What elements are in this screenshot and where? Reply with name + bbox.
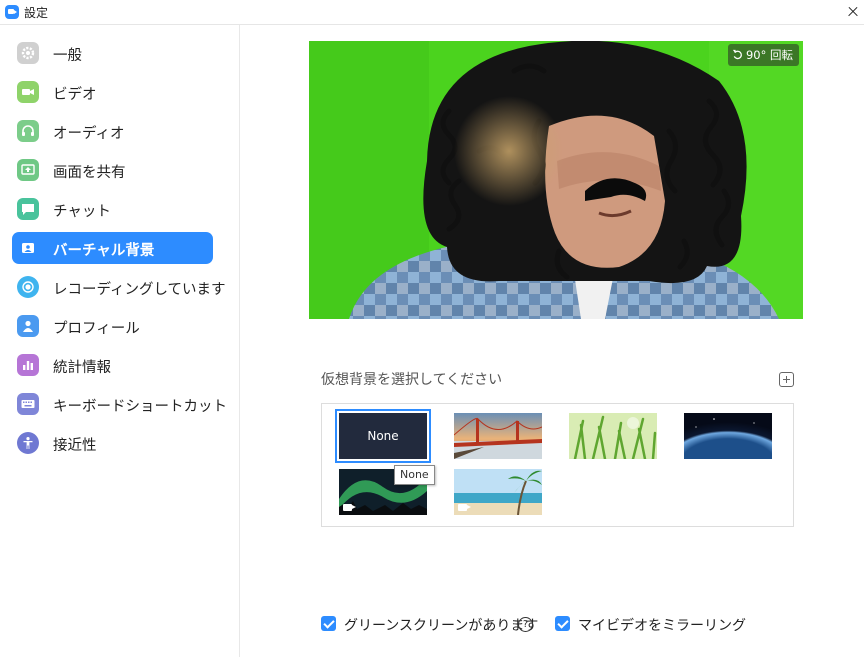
gear-icon	[17, 42, 39, 64]
sidebar-item-label: 画面を共有	[53, 165, 126, 181]
record-icon	[17, 276, 39, 298]
sidebar-item-accessibility[interactable]: 接近性	[12, 427, 213, 459]
sidebar-item-label: ビデオ	[53, 87, 97, 103]
sidebar-item-chat[interactable]: チャット	[12, 193, 213, 225]
chat-icon	[17, 198, 39, 220]
video-background-icon	[458, 504, 471, 511]
green-screen-label: グリーンスクリーンがあります	[344, 618, 539, 634]
background-beach[interactable]	[454, 469, 542, 515]
headphones-icon	[17, 120, 39, 142]
add-background-button[interactable]	[779, 372, 794, 387]
virtual-background-icon	[17, 237, 39, 259]
background-golden-gate[interactable]	[454, 413, 542, 459]
title-bar: 設定	[0, 0, 864, 25]
sidebar-item-audio[interactable]: オーディオ	[12, 115, 213, 147]
mirror-video-checkbox[interactable]	[555, 616, 570, 631]
sidebar-item-virtual-background[interactable]: バーチャル背景	[12, 232, 213, 264]
video-preview: 90° 回転	[309, 41, 803, 319]
sidebar-item-label: キーボードショートカット	[53, 399, 227, 415]
window-title: 設定	[24, 6, 49, 20]
sidebar-item-video[interactable]: ビデオ	[12, 76, 213, 108]
sidebar-item-profile[interactable]: プロフィール	[12, 310, 213, 342]
mirror-video-label: マイビデオをミラーリング	[578, 618, 746, 634]
zoom-app-icon	[5, 5, 19, 19]
camera-feed-image	[309, 41, 803, 319]
sidebar-item-share-screen[interactable]: 画面を共有	[12, 154, 213, 186]
sidebar-item-label: プロフィール	[53, 321, 140, 337]
tooltip: None	[394, 465, 435, 485]
sidebar-item-recording[interactable]: レコーディングしています	[12, 271, 226, 303]
sidebar-item-keyboard-shortcuts[interactable]: キーボードショートカット	[12, 388, 227, 420]
sidebar-item-label: バーチャル背景	[53, 243, 155, 259]
video-background-icon	[343, 504, 356, 511]
help-icon[interactable]: ?	[518, 617, 533, 632]
video-icon	[17, 81, 39, 103]
green-screen-checkbox[interactable]	[321, 616, 336, 631]
background-none[interactable]: None	[335, 409, 431, 463]
rotate-90-button[interactable]: 90° 回転	[727, 44, 799, 67]
settings-sidebar: 一般 ビデオ オーディオ 画面を共有 チャット バーチャル背景 レコーディングし…	[0, 25, 240, 657]
sidebar-item-statistics[interactable]: 統計情報	[12, 349, 213, 381]
rotate-label: 90° 回転	[745, 48, 793, 62]
choose-background-label: 仮想背景を選択してください	[321, 372, 503, 388]
sidebar-item-label: チャット	[53, 204, 111, 220]
background-none-label: None	[367, 429, 399, 443]
background-earth[interactable]	[684, 413, 772, 459]
sidebar-item-label: オーディオ	[53, 126, 125, 142]
profile-icon	[17, 315, 39, 337]
sidebar-item-label: 統計情報	[53, 360, 111, 376]
sidebar-item-general[interactable]: 一般	[12, 37, 213, 69]
statistics-icon	[17, 354, 39, 376]
keyboard-icon	[17, 393, 39, 415]
background-grass[interactable]	[569, 413, 657, 459]
rotate-icon	[732, 45, 743, 67]
close-button[interactable]	[842, 0, 864, 24]
accessibility-icon	[17, 432, 39, 454]
sidebar-item-label: 接近性	[53, 438, 97, 454]
sidebar-item-label: 一般	[53, 48, 82, 64]
sidebar-item-label: レコーディングしています	[53, 282, 226, 298]
share-screen-icon	[17, 159, 39, 181]
